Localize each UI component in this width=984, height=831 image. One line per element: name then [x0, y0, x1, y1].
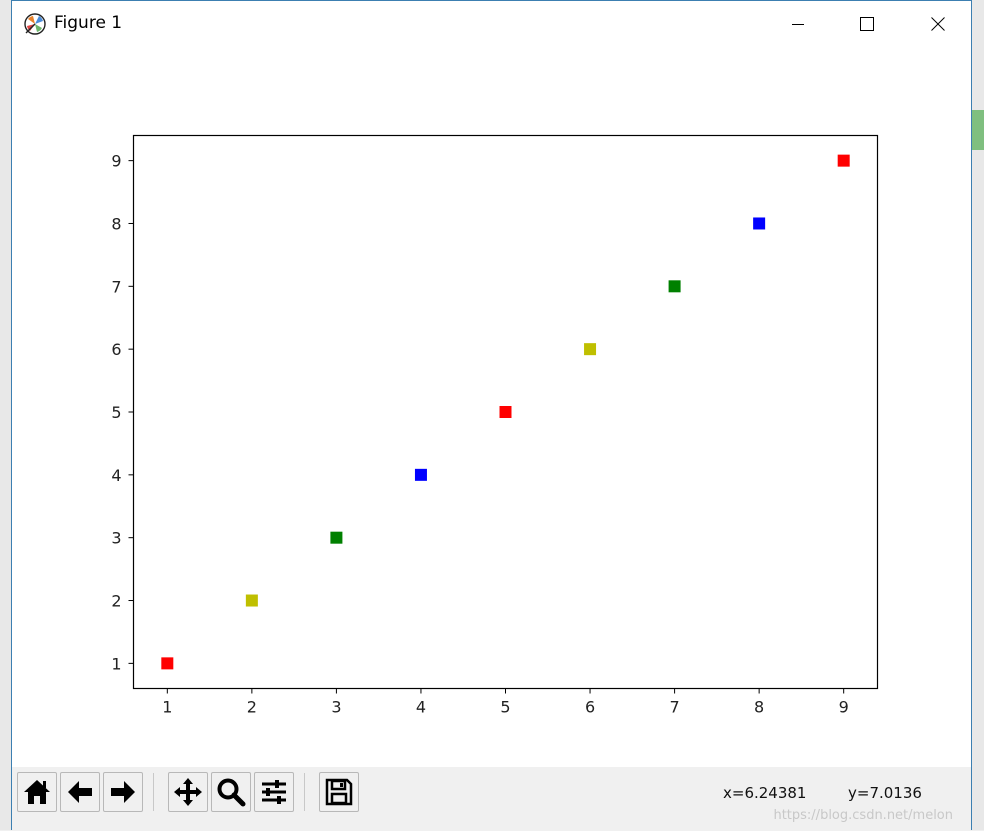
watermark-text: https://blog.csdn.net/melon	[773, 808, 953, 823]
figure-canvas[interactable]: 1 2 3 4 5 6 7 8 9 1 2 3 4 5 6 7 8 9	[12, 47, 971, 767]
y-tick-label: 3	[111, 529, 121, 548]
close-icon	[931, 17, 945, 31]
background-window	[0, 0, 11, 830]
x-tick-label: 4	[416, 698, 426, 717]
close-button[interactable]	[914, 1, 962, 47]
y-tick-label: 1	[111, 654, 121, 673]
zoom-button[interactable]	[211, 772, 251, 812]
x-tick-label: 1	[162, 698, 172, 717]
navigation-toolbar: x=6.24381 y=7.0136 https://blog.csdn.net…	[12, 767, 971, 831]
home-icon	[24, 780, 50, 804]
maximize-button[interactable]	[843, 1, 891, 47]
scatter-chart: 1 2 3 4 5 6 7 8 9 1 2 3 4 5 6 7 8 9	[111, 134, 879, 717]
window-title: Figure 1	[54, 13, 123, 33]
pan-button[interactable]	[168, 772, 208, 812]
y-tick-label: 2	[111, 592, 121, 611]
forward-button[interactable]	[103, 772, 143, 812]
y-tick-label: 4	[111, 466, 121, 485]
data-point	[245, 594, 258, 607]
configure-subplots-icon	[262, 780, 286, 804]
data-point	[837, 154, 850, 167]
x-tick-label: 7	[669, 698, 679, 717]
figure-window: Figure 1 1 2 3 4 5 6 7 8 9 1 2 3 4 5 6 7 8 9 x=6.24381 y…	[11, 0, 972, 831]
y-tick-label: 9	[111, 152, 121, 171]
matplotlib-logo-icon	[24, 13, 46, 35]
title-bar: Figure 1	[12, 1, 971, 47]
x-coordinate-readout: x=6.24381	[723, 784, 807, 802]
pan-icon	[174, 778, 202, 806]
toolbar-separator	[304, 773, 305, 811]
home-button[interactable]	[17, 772, 57, 812]
data-point	[499, 406, 512, 418]
data-point	[753, 217, 766, 230]
maximize-icon	[860, 17, 874, 31]
minimize-button[interactable]	[774, 1, 822, 47]
data-point	[330, 531, 343, 544]
y-coordinate-readout: y=7.0136	[848, 784, 922, 802]
back-button[interactable]	[60, 772, 100, 812]
y-tick-label: 7	[111, 277, 121, 296]
x-tick-label: 9	[839, 698, 849, 717]
forward-icon	[111, 781, 135, 803]
back-icon	[68, 781, 92, 803]
x-tick-label: 8	[754, 698, 764, 717]
toolbar-separator	[153, 773, 154, 811]
save-button[interactable]	[319, 772, 359, 812]
x-tick-label: 2	[247, 698, 257, 717]
save-icon	[325, 778, 353, 806]
data-point	[584, 343, 597, 356]
x-tick-label: 3	[331, 698, 341, 717]
x-tick-label: 6	[585, 698, 595, 717]
y-tick-label: 6	[111, 340, 121, 359]
configure-subplots-button[interactable]	[254, 772, 294, 812]
background-accent	[972, 110, 984, 150]
data-point	[414, 468, 427, 481]
data-point	[161, 657, 174, 670]
x-tick-label: 5	[500, 698, 510, 717]
minimize-icon	[792, 24, 804, 25]
data-point	[668, 280, 681, 293]
y-tick-label: 8	[111, 214, 121, 233]
y-tick-label: 5	[111, 403, 121, 422]
zoom-icon	[217, 778, 246, 807]
